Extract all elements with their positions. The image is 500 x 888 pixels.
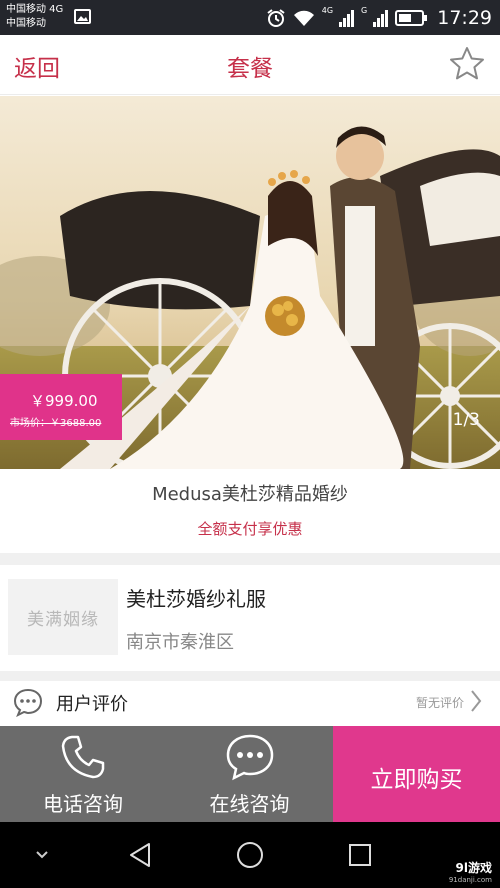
store-logo-text: 美满姻缘 <box>27 609 99 630</box>
chat-icon <box>226 734 273 781</box>
carousel-pager: 1/3 <box>452 410 480 430</box>
bottom-action-bar: 电话咨询 在线咨询 立即购买 <box>0 726 500 822</box>
online-consult-button[interactable]: 在线咨询 <box>166 726 333 822</box>
phone-icon <box>61 735 105 779</box>
store-location: 南京市秦淮区 <box>126 632 234 653</box>
status-icons: 4G G 17:29 <box>266 0 492 35</box>
watermark-brand: 9l游戏 <box>455 861 492 875</box>
nav-back-button[interactable] <box>118 822 162 888</box>
product-name: Medusa美杜莎精品婚纱 <box>152 484 348 505</box>
phone-consult-label: 电话咨询 <box>43 792 123 816</box>
back-button[interactable]: 返回 <box>14 49 60 83</box>
star-outline-icon <box>450 47 484 80</box>
chevron-right-icon <box>471 690 482 712</box>
reviews-label: 用户评价 <box>56 694 128 715</box>
gallery-notification-icon <box>74 9 91 24</box>
section-divider <box>0 553 500 565</box>
page-title: 套餐 <box>227 56 273 82</box>
store-name: 美杜莎婚纱礼服 <box>126 587 266 611</box>
online-consult-label: 在线咨询 <box>209 792 290 816</box>
phone-consult-button[interactable]: 电话咨询 <box>0 726 166 822</box>
title-bar: 返回 套餐 <box>0 35 500 95</box>
promo-text: 全额支付享优惠 <box>197 520 303 538</box>
recents-square-icon <box>349 844 371 866</box>
network-g-label: G <box>361 6 368 15</box>
watermark-site: 91danji.com <box>448 876 492 884</box>
wifi-icon <box>293 10 314 26</box>
price-badge: ￥999.00 市场价：￥3688.00 <box>0 374 122 440</box>
buy-now-label: 立即购买 <box>370 767 463 793</box>
reviews-row[interactable]: 用户评价 暂无评价 <box>0 681 500 726</box>
clock: 17:29 <box>437 6 492 29</box>
nav-home-button[interactable] <box>228 822 272 888</box>
watermark: 9l游戏 91danji.com <box>449 862 492 886</box>
system-nav-bar: 9l游戏 91danji.com <box>0 822 500 888</box>
reviews-status: 暂无评价 <box>415 696 464 710</box>
hero-carousel[interactable]: ￥999.00 市场价：￥3688.00 1/3 <box>0 96 500 469</box>
carrier-info: 中国移动 4G 中国移动 <box>6 3 63 31</box>
favorite-button[interactable] <box>448 45 486 83</box>
store-logo: 美满姻缘 <box>8 579 118 655</box>
chat-bubble-icon <box>13 688 43 717</box>
buy-now-button[interactable]: 立即购买 <box>333 726 500 822</box>
nav-collapse-button[interactable] <box>22 822 62 888</box>
chevron-down-icon <box>36 851 48 859</box>
market-price: 市场价：￥3688.00 <box>10 418 102 429</box>
signal-icon-1 <box>339 9 355 27</box>
home-circle-icon <box>237 842 263 868</box>
store-card[interactable]: 美满姻缘 美杜莎婚纱礼服 南京市秦淮区 <box>0 565 500 671</box>
signal-icon-2 <box>373 9 389 27</box>
carrier-line-2: 中国移动 <box>6 18 46 29</box>
current-price: ￥999.00 <box>30 392 98 410</box>
back-triangle-icon <box>130 843 150 867</box>
section-divider <box>0 671 500 681</box>
network-4g-label: 4G <box>321 6 334 15</box>
alarm-icon <box>267 8 285 27</box>
carrier-line-1: 中国移动 4G <box>6 4 64 15</box>
battery-icon <box>395 9 428 26</box>
status-bar: 中国移动 4G 中国移动 4G G 17:29 <box>0 0 500 35</box>
nav-recents-button[interactable] <box>338 822 382 888</box>
